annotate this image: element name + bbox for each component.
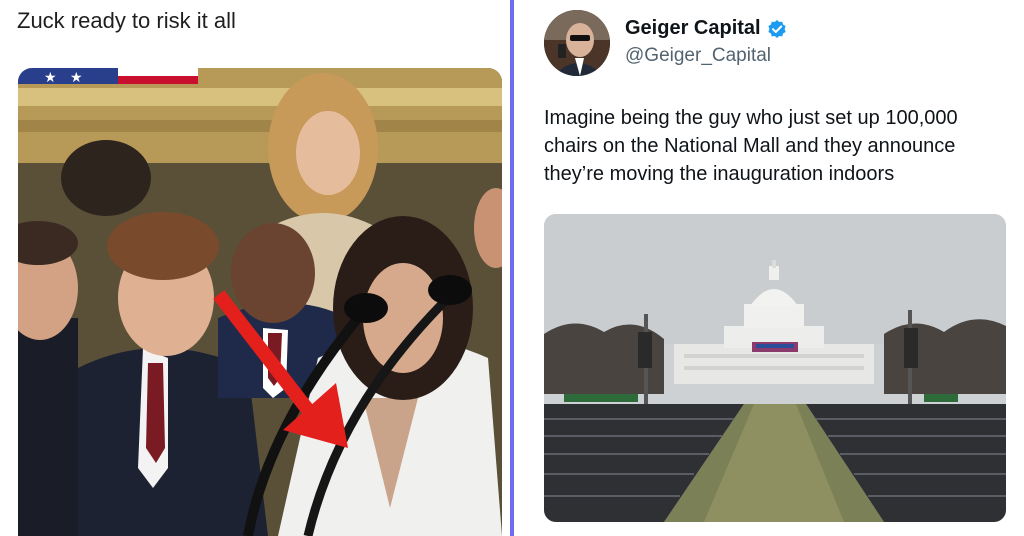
flag-graphic: ★ ★ (18, 68, 198, 86)
user-handle[interactable]: @Geiger_Capital (625, 45, 771, 67)
svg-text:★: ★ (44, 70, 57, 86)
post-caption: Zuck ready to risk it all (17, 8, 236, 33)
left-post: Zuck ready to risk it all ★ ★ (0, 0, 512, 536)
avatar-image (544, 10, 610, 76)
tweet-photo-illustration (544, 214, 1006, 522)
display-name[interactable]: Geiger Capital (625, 17, 761, 40)
svg-text:★: ★ (70, 70, 83, 86)
tweet-photo[interactable] (544, 214, 1006, 522)
event-photo[interactable]: ★ ★ (18, 68, 502, 536)
tweet-body: Imagine being the guy who just set up 10… (544, 107, 958, 185)
verified-badge-icon (767, 19, 787, 39)
tweet-card: Geiger Capital @Geiger_Capital Imagine b… (514, 0, 1024, 536)
event-photo-illustration: ★ ★ (18, 68, 502, 536)
avatar[interactable] (544, 10, 610, 76)
author-name-row: Geiger Capital (625, 17, 787, 40)
